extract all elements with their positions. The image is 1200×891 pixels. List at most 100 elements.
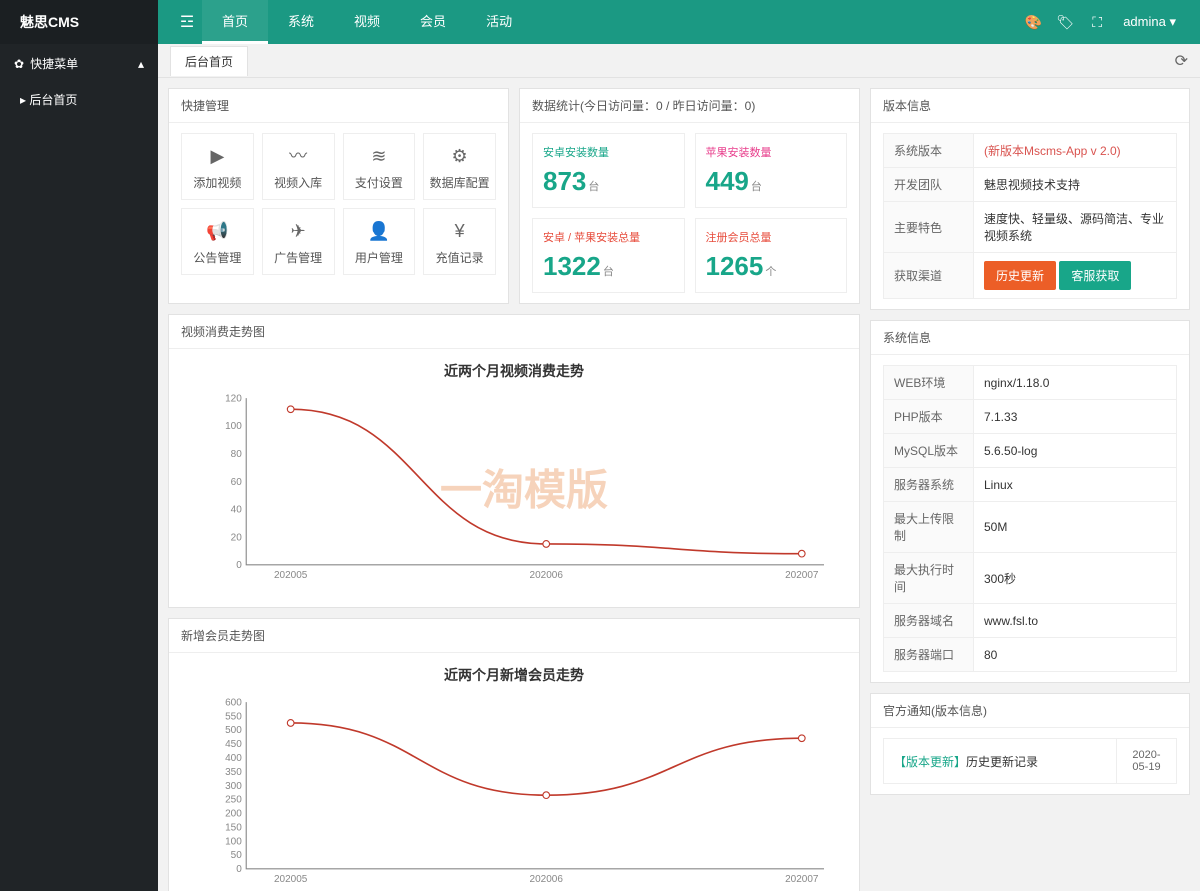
quick-label: 公告管理 xyxy=(182,249,253,266)
nav-item-0[interactable]: 首页 xyxy=(202,0,268,44)
palette-icon[interactable]: 🎨 xyxy=(1017,14,1049,31)
chevron-down-icon: ▾ xyxy=(1169,14,1176,29)
info-value: 魅思视频技术支持 xyxy=(974,168,1177,202)
notice-tag: 【版本更新】 xyxy=(894,755,966,769)
info-key: 最大执行时间 xyxy=(884,553,974,604)
nav-item-4[interactable]: 活动 xyxy=(466,0,532,44)
panel-sysinfo: 系统信息 WEB环境nginx/1.18.0PHP版本7.1.33MySQL版本… xyxy=(870,320,1190,683)
table-row: 获取渠道历史更新 客服获取 xyxy=(884,253,1177,299)
info-key: 服务器系统 xyxy=(884,468,974,502)
svg-text:202007: 202007 xyxy=(785,570,819,581)
svg-text:250: 250 xyxy=(225,795,242,806)
table-row: 主要特色速度快、轻量级、源码简洁、专业视频系统 xyxy=(884,202,1177,253)
svg-text:60: 60 xyxy=(231,477,243,488)
info-value: 速度快、轻量级、源码简洁、专业视频系统 xyxy=(974,202,1177,253)
notice-date: 2020-05-19 xyxy=(1116,739,1176,783)
refresh-icon[interactable]: ⟳ xyxy=(1175,51,1188,71)
chart-title: 近两个月新增会员走势 xyxy=(169,653,859,691)
quick-item-6[interactable]: 👤用户管理 xyxy=(343,208,416,275)
stat-label: 苹果安装数量 xyxy=(706,144,837,160)
table-row: 服务器系统Linux xyxy=(884,468,1177,502)
info-value: 7.1.33 xyxy=(974,400,1177,434)
quick-item-1[interactable]: 〰视频入库 xyxy=(262,133,335,200)
quick-icon: ✈ xyxy=(263,219,334,243)
svg-text:450: 450 xyxy=(225,739,242,750)
tag-icon[interactable]: 🏷 xyxy=(1049,14,1081,31)
panel-quick-manage: 快捷管理 ▶添加视频〰视频入库≋支付设置 ⚙ 数据库配置 📢公告管理✈广告管理👤用户管… xyxy=(168,88,509,304)
notice-text: 历史更新记录 xyxy=(966,755,1038,769)
svg-text:500: 500 xyxy=(225,725,242,736)
table-row: PHP版本7.1.33 xyxy=(884,400,1177,434)
info-key: 服务器端口 xyxy=(884,638,974,672)
quick-item-2[interactable]: ≋支付设置 xyxy=(343,133,416,200)
notice-item[interactable]: 【版本更新】历史更新记录 2020-05-19 xyxy=(883,738,1177,784)
quick-item-5[interactable]: ✈广告管理 xyxy=(262,208,335,275)
chevron-up-icon: ▴ xyxy=(138,44,144,84)
table-row: 服务器端口80 xyxy=(884,638,1177,672)
sidebar-item-label: 后台首页 xyxy=(29,93,77,107)
sidebar-toggle-icon[interactable]: ☲ xyxy=(172,12,202,32)
quick-item-7[interactable]: ¥充值记录 xyxy=(423,208,496,275)
quick-item-3[interactable]: ⚙ 数据库配置 xyxy=(423,133,496,200)
quick-icon: ⚙ xyxy=(424,144,495,168)
quick-icon: ≋ xyxy=(344,144,415,168)
svg-text:202005: 202005 xyxy=(274,874,308,885)
svg-text:0: 0 xyxy=(236,560,242,571)
panel-title: 快捷管理 xyxy=(169,89,508,123)
info-value: 50M xyxy=(974,502,1177,553)
sidebar-quick-menu[interactable]: ✿ 快捷菜单 ▴ xyxy=(0,44,158,84)
panel-chart1: 视频消费走势图 近两个月视频消费走势 一淘模版 0204060801001202… xyxy=(168,314,860,608)
quick-item-4[interactable]: 📢公告管理 xyxy=(181,208,254,275)
info-value: Linux xyxy=(974,468,1177,502)
quick-label: 充值记录 xyxy=(424,249,495,266)
panel-title: 系统信息 xyxy=(871,321,1189,355)
stat-unit: 个 xyxy=(765,266,776,278)
panel-title: 新增会员走势图 xyxy=(169,619,859,653)
user-menu[interactable]: admina ▾ xyxy=(1113,14,1186,30)
svg-text:80: 80 xyxy=(231,449,243,460)
svg-text:550: 550 xyxy=(225,711,242,722)
quick-icon: ▶ xyxy=(182,144,253,168)
chart-video-consumption: 一淘模版 020406080100120202005202006202007 xyxy=(209,387,839,587)
info-key: 服务器域名 xyxy=(884,604,974,638)
sidebar-quick-menu-label: 快捷菜单 xyxy=(30,57,78,71)
info-value: (新版本Mscms-App v 2.0) xyxy=(974,134,1177,168)
nav-item-3[interactable]: 会员 xyxy=(400,0,466,44)
svg-text:50: 50 xyxy=(231,850,243,861)
info-value: nginx/1.18.0 xyxy=(974,366,1177,400)
stat-unit: 台 xyxy=(751,181,762,193)
svg-text:120: 120 xyxy=(225,393,242,404)
panel-stats: 数据统计(今日访问量：0 / 昨日访问量：0) 安卓安装数量873台苹果安装数量… xyxy=(519,88,860,304)
svg-text:300: 300 xyxy=(225,781,242,792)
history-update-button[interactable]: 历史更新 xyxy=(984,261,1056,290)
play-icon: ▸ xyxy=(20,93,29,107)
table-row: 开发团队魅思视频技术支持 xyxy=(884,168,1177,202)
svg-text:202006: 202006 xyxy=(530,570,564,581)
quick-icon: 〰 xyxy=(263,144,334,168)
svg-text:150: 150 xyxy=(225,822,242,833)
svg-text:200: 200 xyxy=(225,809,242,820)
tabbar: 后台首页 ⟳ xyxy=(158,44,1200,78)
topbar: ☲ 首页系统视频会员活动 🎨 🏷 ⛶ admina ▾ xyxy=(158,0,1200,44)
nav-item-1[interactable]: 系统 xyxy=(268,0,334,44)
gear-icon: ✿ xyxy=(14,57,24,71)
tab-home[interactable]: 后台首页 xyxy=(170,46,248,76)
stat-label: 注册会员总量 xyxy=(706,229,837,245)
table-row: 服务器域名www.fsl.to xyxy=(884,604,1177,638)
stat-unit: 台 xyxy=(603,266,614,278)
customer-service-button[interactable]: 客服获取 xyxy=(1059,261,1131,290)
nav-item-2[interactable]: 视频 xyxy=(334,0,400,44)
quick-item-0[interactable]: ▶添加视频 xyxy=(181,133,254,200)
user-name: admina xyxy=(1123,14,1166,29)
info-key: 系统版本 xyxy=(884,134,974,168)
svg-text:350: 350 xyxy=(225,767,242,778)
panel-chart2: 新增会员走势图 近两个月新增会员走势 050100150200250300350… xyxy=(168,618,860,891)
panel-title: 版本信息 xyxy=(871,89,1189,123)
svg-text:202005: 202005 xyxy=(274,570,308,581)
sidebar-item-home[interactable]: ▸ 后台首页 xyxy=(0,84,158,116)
quick-label: 数据库配置 xyxy=(424,174,495,191)
sidebar: 魅思CMS ✿快捷菜单 ▴ ▸ 后台首页 xyxy=(0,0,158,891)
info-key: PHP版本 xyxy=(884,400,974,434)
svg-text:400: 400 xyxy=(225,753,242,764)
fullscreen-icon[interactable]: ⛶ xyxy=(1081,14,1113,31)
